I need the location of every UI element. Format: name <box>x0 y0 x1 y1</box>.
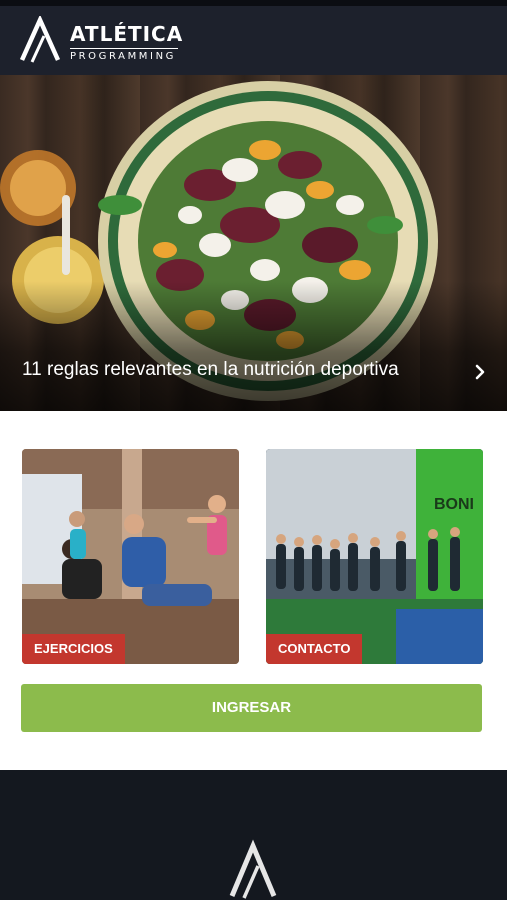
atletica-logo-icon[interactable] <box>18 16 62 64</box>
app-header: ATLÉTICA PROGRAMMING <box>0 0 507 75</box>
contacto-card[interactable]: BONI CONTACTO <box>266 449 483 664</box>
footer <box>0 770 507 900</box>
svg-text:BONI: BONI <box>434 496 474 513</box>
ejercicios-label: EJERCICIOS <box>22 634 125 664</box>
ingresar-button[interactable]: INGRESAR <box>21 684 482 732</box>
ejercicios-card[interactable]: EJERCICIOS <box>22 449 239 664</box>
contacto-label: CONTACTO <box>266 634 363 664</box>
gym-group-image: BONI <box>266 449 483 664</box>
atletica-footer-logo-icon <box>229 839 277 899</box>
hero-article-title[interactable]: 11 reglas relevantes en la nutrición dep… <box>22 359 399 381</box>
brand-name: ATLÉTICA <box>70 22 184 46</box>
hero-article-banner[interactable]: 11 reglas relevantes en la nutrición dep… <box>0 75 507 411</box>
gym-exercise-image <box>22 449 239 664</box>
chevron-right-icon[interactable] <box>470 362 490 382</box>
brand-subtitle: PROGRAMMING <box>70 51 177 62</box>
brand: ATLÉTICA PROGRAMMING <box>70 24 183 62</box>
hero-gradient-overlay <box>0 281 507 411</box>
brand-divider <box>70 48 178 49</box>
